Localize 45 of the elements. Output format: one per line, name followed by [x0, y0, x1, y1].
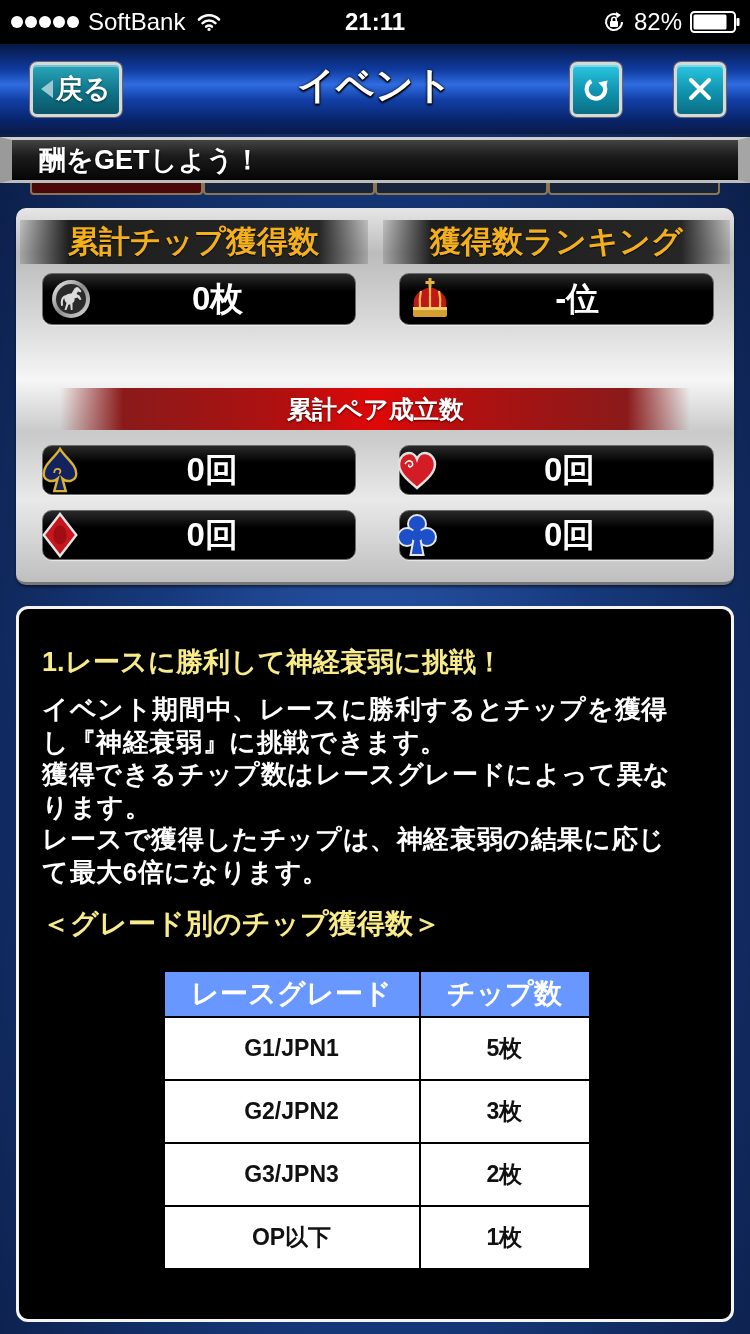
signal-icon [10, 15, 80, 29]
close-button[interactable] [674, 61, 726, 117]
description-text: レースで獲得したチップは、神経衰弱の結果に応じて最大6倍になります。 [42, 823, 667, 888]
refresh-button[interactable] [570, 61, 622, 117]
pair-count: 0回 [185, 514, 239, 555]
left-triangle-icon [41, 80, 53, 98]
table-cell: G1/JPN1 [163, 1017, 420, 1080]
table-cell: G2/JPN2 [163, 1080, 420, 1143]
stat-value: -位 [554, 278, 601, 319]
table-cell: 2枚 [419, 1143, 590, 1206]
pair-count: 0回 [185, 449, 239, 490]
stat-heading: 獲得数ランキング [382, 220, 730, 264]
table-cell: G3/JPN3 [163, 1143, 420, 1206]
tab[interactable] [547, 183, 720, 195]
table-title: ＜グレード別のチップ獲得数＞ [42, 907, 442, 941]
stat-heading: 累計チップ獲得数 [20, 220, 368, 264]
tab[interactable] [375, 183, 548, 195]
ticker-text: 酬をGETしよう！ [39, 144, 261, 177]
description-text: 獲得できるチップ数はレースグレードによって異なります。 [42, 758, 672, 823]
column-header: チップ数 [419, 971, 590, 1017]
description-text: イベント期間中、レースに勝利するとチップを獲得し『神経衰弱』に挑戦できます。 [42, 693, 669, 758]
spade-icon [40, 447, 80, 493]
carrier-name: SoftBank [88, 8, 186, 36]
back-button[interactable]: 戻る [30, 61, 122, 117]
stat-value: 0枚 [191, 278, 245, 319]
clock-time: 21:11 [344, 8, 406, 36]
tab[interactable] [30, 183, 203, 195]
table-cell: 3枚 [419, 1080, 590, 1143]
screen-title: イベント [297, 63, 453, 109]
close-icon [688, 77, 712, 101]
wifi-icon [197, 13, 222, 31]
column-header: レースグレード [163, 971, 420, 1017]
horse-emblem-icon [51, 279, 91, 319]
section-banner: 累計ペア成立数 [60, 388, 690, 430]
club-icon [396, 512, 437, 558]
battery-icon [690, 11, 740, 33]
section-heading: 1.レースに勝利して神経衰弱に挑戦！ [42, 646, 504, 679]
table-cell: OP以下 [163, 1206, 420, 1269]
table-cell: 5枚 [419, 1017, 590, 1080]
tab[interactable] [202, 183, 375, 195]
diamond-icon [40, 512, 80, 558]
pair-count: 0回 [543, 514, 597, 555]
battery-percent: 82% [633, 8, 682, 36]
table-cell: 1枚 [419, 1206, 590, 1269]
pair-count: 0回 [543, 449, 597, 490]
